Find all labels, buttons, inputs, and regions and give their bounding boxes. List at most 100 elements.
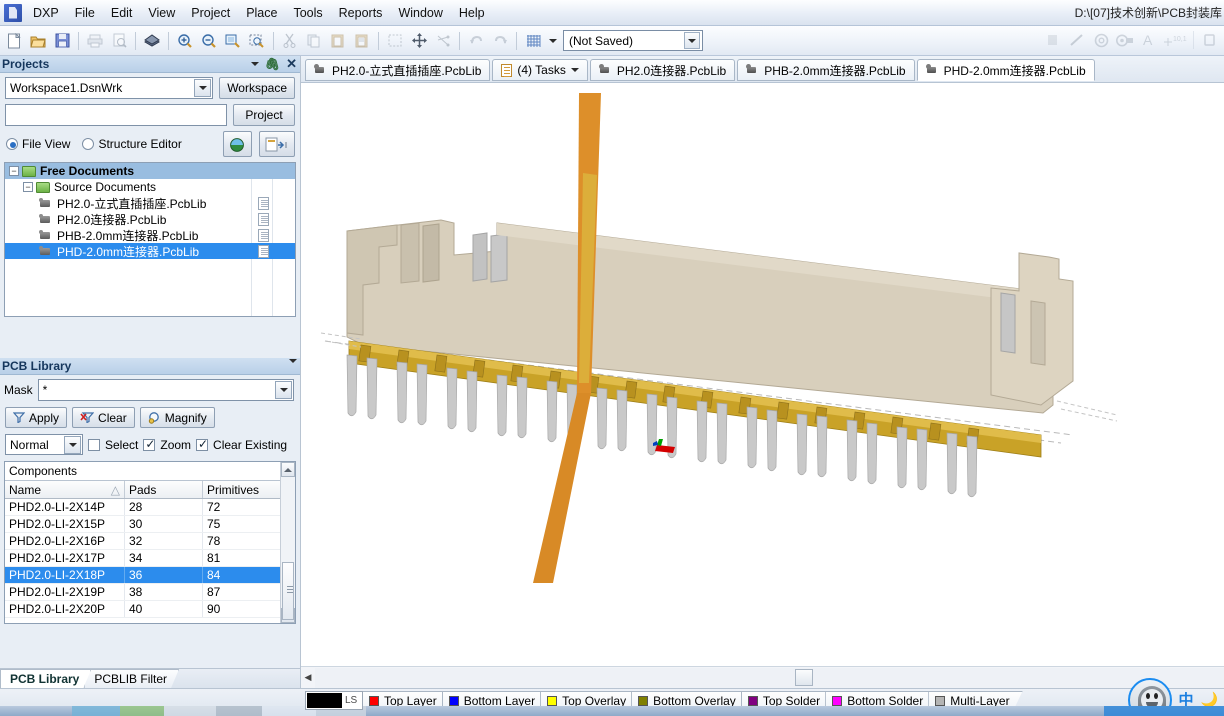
- scrollbar-track[interactable]: [315, 667, 1224, 688]
- mask-input[interactable]: *: [37, 379, 294, 401]
- doc-tab-tasks[interactable]: (4) Tasks: [492, 59, 588, 81]
- table-row[interactable]: PHD2.0-LI-2X17P 34 81: [5, 550, 295, 567]
- tree-item-pcblib-2[interactable]: PH2.0连接器.PcbLib: [5, 211, 295, 227]
- tree-item-pcblib-3[interactable]: PHB-2.0mm连接器.PcbLib: [5, 227, 295, 243]
- panel-menu-arrow-icon[interactable]: [250, 62, 259, 66]
- grid-dropdown-arrow-icon[interactable]: [546, 30, 559, 52]
- zoom-in-icon[interactable]: [174, 30, 196, 52]
- layer-set-selector[interactable]: LS: [305, 691, 363, 710]
- panel-menu-arrow-icon[interactable]: [289, 359, 297, 363]
- workspace-combo[interactable]: Workspace1.DsnWrk: [5, 77, 214, 99]
- components-grid-scrollbar[interactable]: [280, 462, 295, 623]
- list-icon: [1042, 29, 1064, 51]
- project-button[interactable]: Project: [233, 104, 295, 126]
- magnify-button[interactable]: Magnify: [139, 407, 215, 428]
- mask-mode-dropdown-arrow-icon[interactable]: [64, 435, 81, 454]
- tree-item-label: PHD-2.0mm连接器.PcbLib: [57, 244, 200, 259]
- structure-editor-radio[interactable]: [82, 138, 95, 150]
- menu-dxp[interactable]: DXP: [25, 2, 67, 24]
- panel-close-icon[interactable]: ✕: [286, 57, 297, 71]
- menu-tools[interactable]: Tools: [285, 2, 330, 24]
- document-tab-bar: PH2.0-立式直插插座.PcbLib (4) Tasks PH2.0连接器.P…: [301, 56, 1224, 83]
- workspace-button[interactable]: Workspace: [219, 77, 295, 99]
- move-icon[interactable]: [408, 30, 430, 52]
- grid-icon[interactable]: [522, 30, 544, 52]
- pcb-3d-viewport[interactable]: [301, 83, 1224, 666]
- new-document-icon[interactable]: [3, 30, 25, 52]
- menu-window[interactable]: Window: [390, 2, 450, 24]
- zoom-checkbox[interactable]: [143, 437, 155, 451]
- tab-pcb-library[interactable]: PCB Library: [0, 669, 91, 688]
- scrollbar-thumb[interactable]: [795, 668, 813, 686]
- select-area-icon: [384, 30, 406, 52]
- mask-mode-combo[interactable]: Normal: [5, 434, 83, 455]
- table-row[interactable]: PHD2.0-LI-2X14P 28 72: [5, 499, 295, 516]
- table-row[interactable]: PHD2.0-LI-2X20P 40 90: [5, 601, 295, 618]
- tab-pcblib-filter[interactable]: PCBLIB Filter: [84, 669, 179, 688]
- panel-pin-icon[interactable]: 🖇: [265, 57, 280, 71]
- menu-edit[interactable]: Edit: [103, 2, 141, 24]
- open-folder-icon[interactable]: [27, 30, 49, 52]
- column-header-name[interactable]: Name △: [5, 481, 125, 498]
- layer-color-swatch: [449, 696, 459, 706]
- tree-expander-icon[interactable]: −: [23, 182, 33, 192]
- toolbar-separator: [135, 31, 136, 50]
- zoom-area-icon[interactable]: [246, 30, 268, 52]
- mask-buttons-row: Apply Clear Magnify: [0, 401, 300, 428]
- menu-project[interactable]: Project: [183, 2, 238, 24]
- grid-preset-value: (Not Saved): [569, 33, 634, 48]
- status-bar: Top Layer Bottom Layer Top Overlay Botto…: [0, 678, 1224, 716]
- project-file-tree[interactable]: − Free Documents − Source Documents PH2.…: [4, 162, 296, 317]
- menu-place[interactable]: Place: [238, 2, 285, 24]
- tree-node-free-documents[interactable]: − Free Documents: [5, 163, 295, 179]
- table-row[interactable]: PHD2.0-LI-2X19P 38 87: [5, 584, 295, 601]
- cell-pads: 34: [125, 550, 203, 566]
- column-header-pads[interactable]: Pads: [125, 481, 203, 498]
- doc-tab-label: PHD-2.0mm连接器.PcbLib: [943, 63, 1086, 78]
- open-report-button[interactable]: [259, 131, 295, 157]
- navigate-button[interactable]: [223, 131, 252, 157]
- component-icon: [1199, 29, 1221, 51]
- doc-tab-ph20-connector[interactable]: PH2.0连接器.PcbLib: [589, 59, 736, 81]
- svg-text:10,10: 10,10: [1173, 36, 1187, 43]
- tree-node-source-documents[interactable]: − Source Documents: [5, 179, 295, 195]
- menu-file[interactable]: File: [67, 2, 103, 24]
- tree-expander-icon[interactable]: −: [9, 166, 19, 176]
- clear-existing-checkbox[interactable]: [196, 437, 208, 451]
- projects-panel-header: Projects 🖇 ✕: [0, 56, 300, 73]
- mask-dropdown-arrow-icon[interactable]: [275, 381, 292, 399]
- menu-reports[interactable]: Reports: [331, 2, 391, 24]
- doc-tab-phb-connector[interactable]: PHB-2.0mm连接器.PcbLib: [737, 59, 915, 81]
- board-insight-icon[interactable]: [141, 30, 163, 52]
- scroll-up-button[interactable]: [281, 462, 295, 477]
- tree-item-pcblib-1[interactable]: PH2.0-立式直插插座.PcbLib: [5, 195, 295, 211]
- cell-name: PHD2.0-LI-2X16P: [5, 533, 125, 549]
- zoom-out-icon[interactable]: [198, 30, 220, 52]
- menu-view[interactable]: View: [140, 2, 183, 24]
- table-row[interactable]: PHD2.0-LI-2X16P 32 78: [5, 533, 295, 550]
- doc-tab-ph20-vertical[interactable]: PH2.0-立式直插插座.PcbLib: [305, 59, 491, 81]
- tasks-dropdown-arrow-icon[interactable]: [570, 68, 579, 72]
- table-row[interactable]: PHD2.0-LI-2X15P 30 75: [5, 516, 295, 533]
- components-grid[interactable]: Components Name △ Pads Primitives PHD2.0…: [4, 461, 296, 624]
- grid-preset-combo[interactable]: (Not Saved): [563, 30, 703, 51]
- print-icon: [84, 30, 106, 52]
- scroll-left-button[interactable]: ◀: [301, 668, 315, 688]
- document-icon: [258, 228, 269, 242]
- table-row-selected[interactable]: PHD2.0-LI-2X18P 36 84: [5, 567, 295, 584]
- canvas-horizontal-scrollbar[interactable]: ◀: [301, 666, 1224, 688]
- scrollbar-thumb[interactable]: [282, 562, 294, 620]
- tree-item-pcblib-4[interactable]: PHD-2.0mm连接器.PcbLib: [5, 243, 295, 259]
- save-icon[interactable]: [51, 30, 73, 52]
- grid-preset-dropdown-arrow-icon[interactable]: [684, 32, 700, 49]
- zoom-fit-icon[interactable]: [222, 30, 244, 52]
- apply-button[interactable]: Apply: [5, 407, 68, 428]
- file-view-radio[interactable]: [6, 138, 18, 150]
- project-field[interactable]: [5, 104, 227, 126]
- clear-button[interactable]: Clear: [72, 407, 135, 428]
- select-checkbox[interactable]: [88, 438, 100, 451]
- doc-tab-phd-connector[interactable]: PHD-2.0mm连接器.PcbLib: [916, 59, 1095, 81]
- cell-pads: 38: [125, 584, 203, 600]
- workspace-dropdown-arrow-icon[interactable]: [194, 79, 212, 97]
- menu-help[interactable]: Help: [451, 2, 493, 24]
